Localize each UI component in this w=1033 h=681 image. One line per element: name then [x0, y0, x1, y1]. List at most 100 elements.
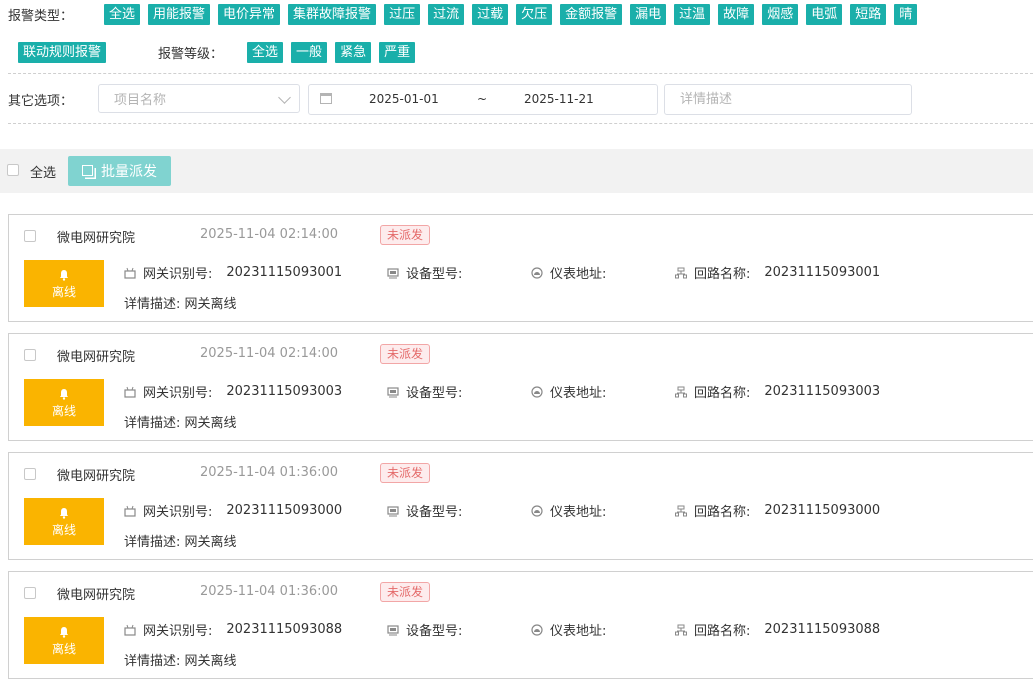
- copy-icon: [82, 164, 93, 176]
- alarm-type-tag-arc[interactable]: 电弧: [806, 3, 843, 25]
- date-end[interactable]: 2025-11-21: [524, 92, 594, 106]
- meter-icon: [531, 504, 543, 517]
- linkage-rule-tag[interactable]: 联动规则报警: [18, 41, 107, 63]
- alarm-card-checkbox[interactable]: [24, 587, 36, 599]
- alarm-card: 微电网研究院 2025-11-04 02:14:00 未派发 离线 网关识别号:…: [8, 214, 1033, 322]
- alarm-type-tag-cut[interactable]: 晴: [894, 3, 918, 25]
- meter-address-field: 仪表地址:: [531, 382, 620, 401]
- circuit-icon: [675, 267, 687, 278]
- divider: [8, 123, 1033, 124]
- detail-search-input[interactable]: [664, 84, 912, 115]
- device-model-field: 设备型号:: [387, 501, 476, 520]
- alarm-type-tag-smoke[interactable]: 烟感: [762, 3, 799, 25]
- alarm-type-tag-overvoltage[interactable]: 过压: [384, 3, 421, 25]
- project-select-placeholder: 项目名称: [114, 93, 167, 108]
- circuit-name-value: 20231115093088: [764, 622, 881, 637]
- gateway-id-value: 20231115093000: [226, 503, 343, 518]
- date-range-picker[interactable]: 2025-01-01 ~ 2025-11-21: [308, 84, 658, 115]
- project-name: 微电网研究院: [57, 469, 136, 484]
- device-model-field: 设备型号:: [387, 263, 476, 282]
- alarm-time: 2025-11-04 02:14:00: [200, 227, 339, 242]
- device-icon: [387, 505, 399, 516]
- gateway-icon: [124, 624, 136, 636]
- gateway-id-label: 网关识别号:: [143, 505, 213, 520]
- gateway-id-value: 20231115093088: [226, 622, 343, 637]
- project-name: 微电网研究院: [57, 231, 136, 246]
- alarm-type-tag-short[interactable]: 短路: [850, 3, 887, 25]
- alarm-type-tag-undervoltage[interactable]: 欠压: [516, 3, 553, 25]
- meter-icon: [531, 385, 543, 398]
- device-model-field: 设备型号:: [387, 620, 476, 639]
- date-separator: ~: [477, 92, 488, 106]
- offline-badge-label: 离线: [51, 404, 76, 418]
- device-model-field: 设备型号:: [387, 382, 476, 401]
- alarm-card: 微电网研究院 2025-11-04 01:36:00 未派发 离线 网关识别号:…: [8, 452, 1033, 560]
- detail-description: 详情描述: 网关离线: [124, 650, 237, 669]
- meter-address-field: 仪表地址:: [531, 501, 620, 520]
- alarm-level-tag-severe[interactable]: 严重: [379, 41, 416, 63]
- device-icon: [387, 624, 399, 635]
- detail-description-label: 详情描述:: [124, 535, 181, 550]
- alarm-level-tag-all[interactable]: 全选: [247, 41, 284, 63]
- bell-icon: [60, 508, 68, 519]
- meter-address-label: 仪表地址:: [550, 624, 607, 639]
- circuit-icon: [675, 386, 687, 397]
- alarm-card: 微电网研究院 2025-11-04 01:36:00 未派发 离线 网关识别号:…: [8, 571, 1033, 679]
- detail-description-value: 网关离线: [184, 416, 237, 431]
- offline-badge-label: 离线: [51, 285, 76, 299]
- alarm-type-tag-cluster[interactable]: 集群故障报警: [288, 3, 377, 25]
- other-options-row: 其它选项：: [8, 84, 98, 115]
- offline-badge: 离线: [24, 617, 104, 664]
- circuit-name-label: 回路名称:: [694, 386, 751, 401]
- alarm-type-tag-overtemp[interactable]: 过温: [674, 3, 711, 25]
- circuit-icon: [675, 624, 687, 635]
- detail-description-value: 网关离线: [184, 535, 237, 550]
- alarm-type-tag-leakage[interactable]: 漏电: [630, 3, 667, 25]
- gateway-icon: [124, 505, 136, 517]
- bulk-dispatch-label: 批量派发: [101, 164, 157, 180]
- alarm-type-tag-overcurrent[interactable]: 过流: [428, 3, 465, 25]
- project-name: 微电网研究院: [57, 588, 136, 603]
- circuit-name-field: 回路名称: 20231115093000: [675, 501, 880, 520]
- alarm-type-tag-overload[interactable]: 过载: [472, 3, 509, 25]
- alarm-type-tag-energy[interactable]: 用能报警: [148, 3, 211, 25]
- circuit-name-value: 20231115093000: [764, 503, 881, 518]
- bulk-dispatch-button[interactable]: 批量派发: [68, 156, 171, 186]
- project-name: 微电网研究院: [57, 350, 136, 365]
- alarm-time: 2025-11-04 01:36:00: [200, 465, 339, 480]
- alarm-type-tag-fault[interactable]: 故障: [718, 3, 755, 25]
- meter-address-field: 仪表地址:: [531, 263, 620, 282]
- status-badge: 未派发: [380, 225, 431, 245]
- meter-address-label: 仪表地址:: [550, 267, 607, 282]
- select-all-label: 全选: [30, 166, 57, 181]
- device-icon: [387, 386, 399, 397]
- alarm-card-checkbox[interactable]: [24, 468, 36, 480]
- circuit-icon: [675, 505, 687, 516]
- alarm-level-tag-general[interactable]: 一般: [291, 41, 328, 63]
- circuit-name-value: 20231115093001: [764, 265, 881, 280]
- alarm-card-checkbox[interactable]: [24, 230, 36, 242]
- detail-description-label: 详情描述:: [124, 297, 181, 312]
- alarm-type-tag-amount[interactable]: 金额报警: [560, 3, 623, 25]
- alarm-card-checkbox[interactable]: [24, 349, 36, 361]
- alarm-type-tag-all[interactable]: 全选: [104, 3, 141, 25]
- circuit-name-field: 回路名称: 20231115093001: [675, 263, 880, 282]
- detail-description: 详情描述: 网关离线: [124, 531, 237, 550]
- meter-address-label: 仪表地址:: [550, 386, 607, 401]
- chevron-down-icon: [278, 91, 291, 104]
- circuit-name-field: 回路名称: 20231115093003: [675, 382, 880, 401]
- alarm-level-tag-urgent[interactable]: 紧急: [335, 41, 372, 63]
- project-select[interactable]: 项目名称: [98, 84, 300, 113]
- offline-badge: 离线: [24, 498, 104, 545]
- alarm-type-tag-price[interactable]: 电价异常: [218, 3, 281, 25]
- meter-icon: [531, 623, 543, 636]
- select-all-checkbox[interactable]: [7, 164, 19, 176]
- date-start[interactable]: 2025-01-01: [369, 92, 439, 106]
- detail-description: 详情描述: 网关离线: [124, 293, 237, 312]
- circuit-name-label: 回路名称:: [694, 624, 751, 639]
- detail-description-value: 网关离线: [184, 297, 237, 312]
- other-options-label: 其它选项：: [8, 94, 74, 109]
- gateway-id-label: 网关识别号:: [143, 624, 213, 639]
- gateway-id-value: 20231115093001: [226, 265, 343, 280]
- status-badge: 未派发: [380, 463, 431, 483]
